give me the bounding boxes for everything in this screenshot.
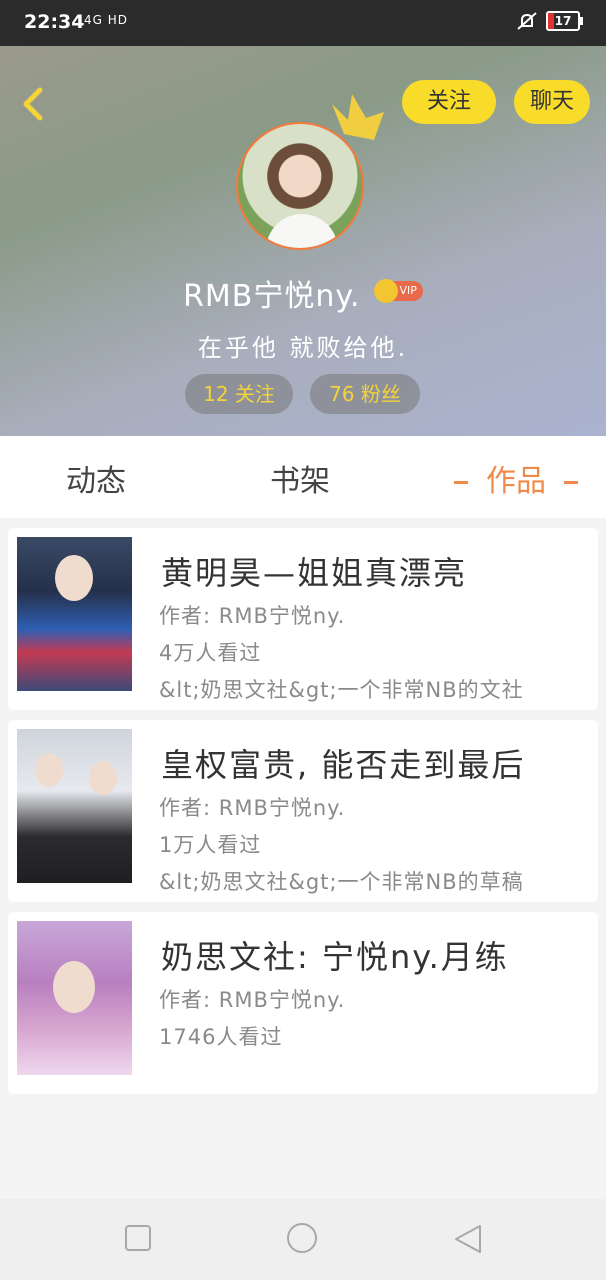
follow-button[interactable]: 关注 [402,80,496,124]
following-count-button[interactable]: 12 关注 [185,374,293,414]
work-views: 1万人看过 [159,833,262,857]
crown-icon [332,94,384,140]
tab-works-label: 作品 [486,464,546,499]
list-item[interactable]: 黄明昊—姐姐真漂亮 作者: RMB宁悦ny. 4万人看过 &lt;奶思文社&gt… [8,528,598,710]
tab-bookshelf[interactable]: 书架 [270,456,330,500]
status-time: 22:34 [24,11,85,33]
work-description: &lt;奶思文社&gt;一个非常NB的草稿 [159,870,524,894]
username: RMB宁悦ny. [183,279,361,314]
chevron-left-icon[interactable] [14,84,54,124]
square-icon[interactable] [124,1224,152,1252]
circle-icon[interactable] [286,1222,318,1254]
work-title: 奶思文社: 宁悦ny.月练 [161,938,509,976]
work-author: 作者: RMB宁悦ny. [159,796,346,820]
profile-tabs: 动态 书架 作品 [0,436,606,518]
status-right: 17 [516,11,583,31]
tab-dynamics[interactable]: 动态 [66,456,126,500]
username-row: RMB宁悦ny. VIP [0,271,606,315]
triangle-back-icon[interactable] [454,1224,482,1254]
battery-level: 17 [554,14,572,28]
work-author: 作者: RMB宁悦ny. [159,988,346,1012]
tab-works[interactable]: 作品 [436,456,596,500]
vibrate-icon [517,12,537,30]
battery-icon: 17 [546,11,583,31]
status-bar: 22:34 4G HD 17 [0,0,606,46]
fans-count-button[interactable]: 76 粉丝 [310,374,420,414]
work-title: 黄明昊—姐姐真漂亮 [161,554,468,592]
bio: 在乎他 就败给他. [197,334,409,362]
cover-image [17,537,132,691]
chat-button[interactable]: 聊天 [514,80,590,124]
list-item[interactable]: 皇权富贵, 能否走到最后 作者: RMB宁悦ny. 1万人看过 &lt;奶思文社… [8,720,598,902]
vip-label: VIP [399,284,417,297]
sun-icon [373,279,398,303]
profile-header: 关注 聊天 RMB宁悦ny. VIP 在乎他 就败给他. 12 关注 76 粉丝 [0,46,606,436]
tab-indicator-left [454,481,468,484]
work-author: 作者: RMB宁悦ny. [159,604,346,628]
tab-indicator-right [564,481,578,484]
network-indicator: 4G HD [84,13,129,27]
work-views: 1746人看过 [159,1025,283,1049]
work-description: &lt;奶思文社&gt;一个非常NB的文社 [159,678,524,702]
cover-image [17,921,132,1075]
system-nav-bar [0,1199,606,1280]
work-views: 4万人看过 [159,641,262,665]
vip-badge: VIP [373,279,423,303]
work-title: 皇权富贵, 能否走到最后 [161,746,526,784]
list-item[interactable]: 奶思文社: 宁悦ny.月练 作者: RMB宁悦ny. 1746人看过 [8,912,598,1094]
works-list: 黄明昊—姐姐真漂亮 作者: RMB宁悦ny. 4万人看过 &lt;奶思文社&gt… [8,528,598,1104]
cover-image [17,729,132,883]
